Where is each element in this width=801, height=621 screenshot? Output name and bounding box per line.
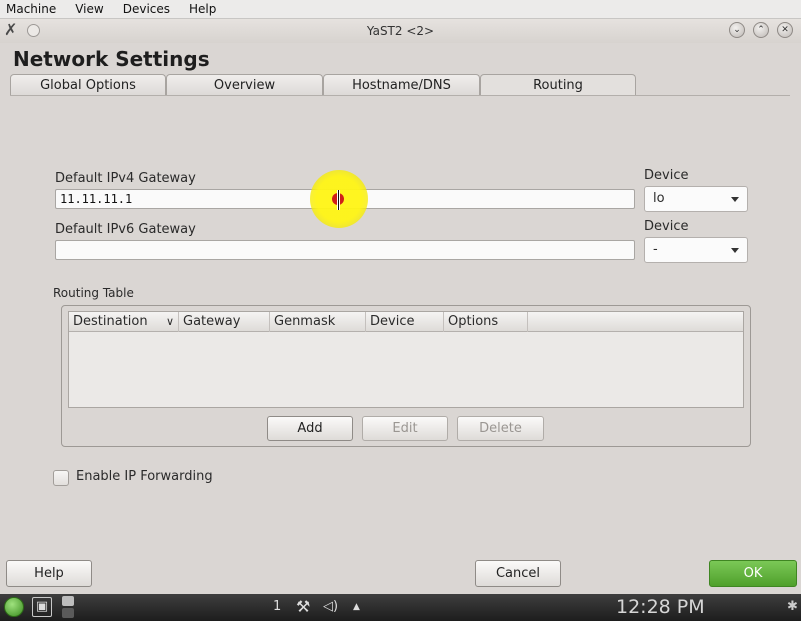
ipv4-device-label: Device xyxy=(644,168,689,183)
maximize-button[interactable]: ⌃ xyxy=(753,22,769,38)
ok-button[interactable]: OK xyxy=(709,560,797,587)
column-options[interactable]: Options xyxy=(444,311,528,332)
window-menu-icon[interactable] xyxy=(27,23,41,37)
cancel-button[interactable]: Cancel xyxy=(475,560,561,587)
edit-button[interactable]: Edit xyxy=(362,416,448,441)
menu-help[interactable]: Help xyxy=(189,2,216,16)
sort-descending-icon: ∨ xyxy=(165,314,174,328)
menu-devices[interactable]: Devices xyxy=(123,2,170,16)
desktop-1-icon[interactable] xyxy=(62,596,74,606)
vm-menubar: Machine View Devices Help xyxy=(0,0,801,19)
ipv6-gateway-label: Default IPv6 Gateway xyxy=(55,222,196,237)
add-button[interactable]: Add xyxy=(267,416,353,441)
notification-icon[interactable]: ✱ xyxy=(787,599,798,614)
tab-bar: Global Options Overview Hostname/DNS Rou… xyxy=(10,74,636,96)
network-icon[interactable]: ⚒ xyxy=(296,597,310,616)
menu-view[interactable]: View xyxy=(75,2,103,16)
ipv6-device-select[interactable]: - xyxy=(644,237,748,263)
tab-divider xyxy=(10,95,790,96)
start-menu-icon[interactable] xyxy=(4,597,24,617)
column-destination-label: Destination xyxy=(73,313,148,329)
ipv6-gateway-input[interactable] xyxy=(55,240,635,260)
column-genmask[interactable]: Genmask xyxy=(270,311,366,332)
ip-forwarding-checkbox[interactable] xyxy=(53,470,69,486)
ipv4-device-select[interactable]: lo xyxy=(644,186,748,212)
tab-overview[interactable]: Overview xyxy=(166,74,323,96)
clock[interactable]: 12:28 PM xyxy=(616,596,705,618)
tab-global-options[interactable]: Global Options xyxy=(10,74,166,96)
virtualbox-icon[interactable]: ▣ xyxy=(32,597,52,617)
minimize-button[interactable]: ⌄ xyxy=(729,22,745,38)
window-titlebar[interactable]: ✗ YaST2 <2> ⌄ ⌃ ✕ xyxy=(0,19,801,43)
ipv6-device-label: Device xyxy=(644,219,689,234)
close-button[interactable]: ✕ xyxy=(777,22,793,38)
column-device[interactable]: Device xyxy=(366,311,444,332)
ipv4-gateway-label: Default IPv4 Gateway xyxy=(55,171,196,186)
app-x-icon[interactable]: ✗ xyxy=(4,22,17,38)
ipv6-device-value: - xyxy=(653,242,658,257)
desktop-2-icon[interactable] xyxy=(62,608,74,618)
desktop-number: 1 xyxy=(273,599,282,614)
routing-table-label: Routing Table xyxy=(53,286,134,300)
tray-expand-icon[interactable]: ▲ xyxy=(353,602,360,612)
routing-table-header: Destination ∨ Gateway Genmask Device Opt… xyxy=(69,311,743,332)
menu-machine[interactable]: Machine xyxy=(6,2,56,16)
column-gateway[interactable]: Gateway xyxy=(179,311,270,332)
tab-hostname-dns[interactable]: Hostname/DNS xyxy=(323,74,480,96)
help-button[interactable]: Help xyxy=(6,560,92,587)
text-cursor-icon xyxy=(337,190,340,210)
taskbar: ▣ 1 ⚒ ◁) ▲ 12:28 PM ✱ xyxy=(0,594,801,621)
chevron-down-icon xyxy=(731,248,739,253)
page-title: Network Settings xyxy=(13,47,210,71)
delete-button[interactable]: Delete xyxy=(457,416,544,441)
column-destination[interactable]: Destination ∨ xyxy=(69,311,179,332)
volume-icon[interactable]: ◁) xyxy=(323,599,338,614)
tab-routing[interactable]: Routing xyxy=(480,74,636,96)
window-title: YaST2 <2> xyxy=(366,24,435,38)
ipv4-device-value: lo xyxy=(653,191,665,206)
routing-table[interactable]: Destination ∨ Gateway Genmask Device Opt… xyxy=(68,311,744,408)
ip-forwarding-label[interactable]: Enable IP Forwarding xyxy=(76,469,213,484)
chevron-down-icon xyxy=(731,197,739,202)
